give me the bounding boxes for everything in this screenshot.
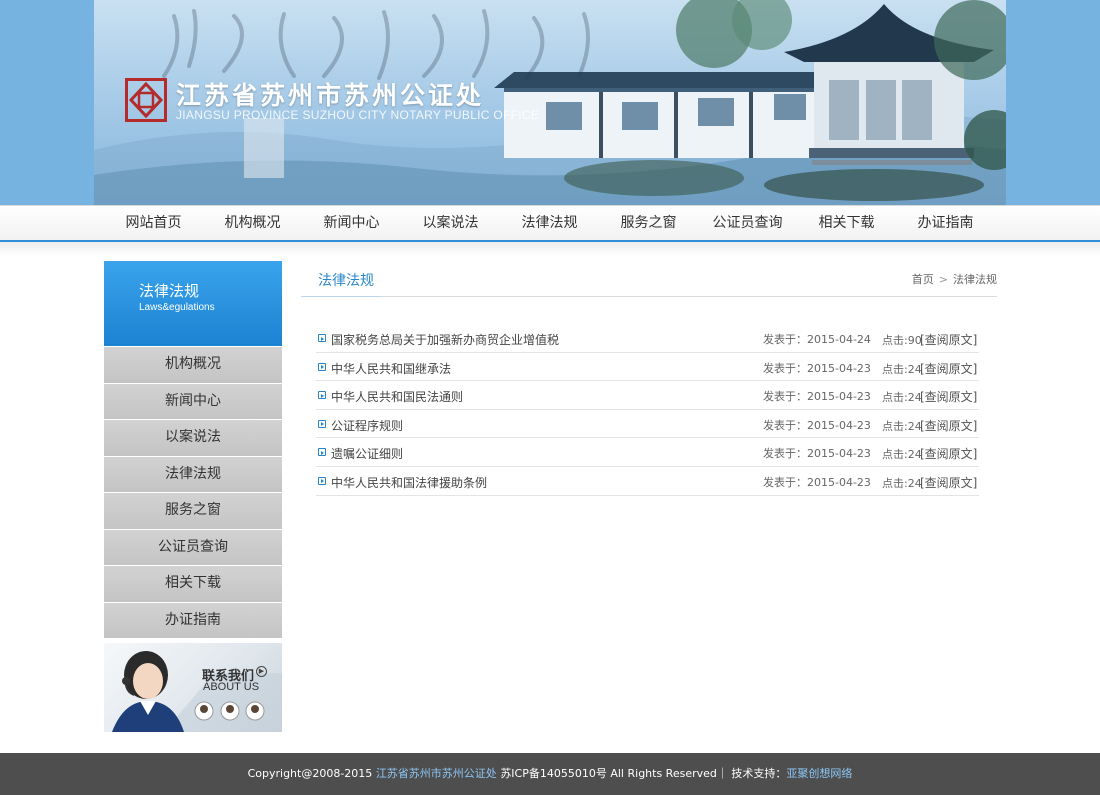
view-original-link[interactable]: [查阅原文] [920, 474, 977, 491]
bullet-arrow-icon [318, 476, 326, 485]
article-hits: 点击:24 [882, 362, 922, 376]
contact-us-banner[interactable]: 联系我们 ▶ ABOUT US [104, 643, 282, 732]
nav-item-cases[interactable]: 以案说法 [401, 206, 500, 241]
sidebar-menu: 机构概况 新闻中心 以案说法 法律法规 服务之窗 公证员查询 相关下载 办证指南 [104, 347, 282, 639]
site-title: 江苏省苏州市苏州公证处 [176, 81, 485, 110]
nav-item-home[interactable]: 网站首页 [104, 206, 203, 241]
breadcrumb-home[interactable]: 首页 [912, 273, 934, 286]
nav-item-news[interactable]: 新闻中心 [302, 206, 401, 241]
bullet-arrow-icon [318, 391, 326, 400]
article-title-link[interactable]: 遗嘱公证细则 [331, 445, 403, 462]
sidebar-title: 法律法规 [139, 282, 200, 300]
article-title-link[interactable]: 中华人民共和国民法通则 [331, 388, 463, 405]
article-title-link[interactable]: 中华人民共和国法律援助条例 [331, 474, 487, 491]
list-item: 公证程序规则 发表于：2015-04-23 点击:24 [查阅原文] [316, 410, 979, 439]
view-original-link[interactable]: [查阅原文] [920, 445, 977, 462]
nav-item-guide[interactable]: 办证指南 [896, 206, 995, 241]
footer-icp: 苏ICP备14055010号 All Rights Reserved｜ 技术支持… [500, 767, 787, 780]
sidebar-item-about[interactable]: 机构概况 [104, 347, 282, 383]
site-subtitle: JIANGSU PROVINCE SUZHOU CITY NOTARY PUBL… [176, 108, 540, 122]
bullet-arrow-icon [318, 419, 326, 428]
nav-item-about[interactable]: 机构概况 [203, 206, 302, 241]
nav-item-services[interactable]: 服务之窗 [599, 206, 698, 241]
article-title-link[interactable]: 公证程序规则 [331, 417, 403, 434]
nav-item-laws[interactable]: 法律法规 [500, 206, 599, 241]
banner-image: 江苏省苏州市苏州公证处 JIANGSU PROVINCE SUZHOU CITY… [94, 0, 1006, 205]
list-item: 中华人民共和国法律援助条例 发表于：2015-04-23 点击:24 [查阅原文… [316, 467, 979, 496]
article-date: 发表于：2015-04-23 [763, 418, 871, 432]
list-item: 中华人民共和国民法通则 发表于：2015-04-23 点击:24 [查阅原文] [316, 381, 979, 410]
sidebar-header: 法律法规 Laws&egulations [104, 261, 282, 346]
view-original-link[interactable]: [查阅原文] [920, 388, 977, 405]
article-date: 发表于：2015-04-23 [763, 475, 871, 489]
breadcrumb-current: 法律法规 [953, 273, 997, 286]
article-date: 发表于：2015-04-24 [763, 333, 871, 346]
nav-shadow [0, 242, 1100, 256]
article-title-link[interactable]: 中华人民共和国继承法 [331, 360, 451, 377]
sidebar-item-services[interactable]: 服务之窗 [104, 493, 282, 529]
footer-copyright: Copyright@2008-2015 [247, 767, 373, 780]
bullet-arrow-icon [318, 362, 326, 371]
notary-seal-logo [125, 78, 167, 122]
sidebar-item-laws[interactable]: 法律法规 [104, 456, 282, 492]
footer-tech-support-link[interactable]: 亚聚创想网络 [786, 767, 852, 780]
footer-org-link[interactable]: 江苏省苏州市苏州公证处 [376, 767, 497, 780]
sidebar-item-notary-search[interactable]: 公证员查询 [104, 529, 282, 565]
page-title: 法律法规 [318, 273, 374, 289]
arrow-right-icon: ▶ [256, 666, 267, 677]
view-original-link[interactable]: [查阅原文] [920, 417, 977, 434]
view-original-link[interactable]: [查阅原文] [920, 331, 977, 348]
article-date: 发表于：2015-04-23 [763, 390, 871, 404]
article-hits: 点击:24 [882, 448, 922, 462]
breadcrumb-separator: > [938, 273, 948, 286]
list-item: 国家税务总局关于加强新办商贸企业增值税 发表于：2015-04-24 点击:90… [316, 324, 979, 353]
breadcrumb: 首页 > 法律法规 [912, 271, 997, 287]
list-item: 中华人民共和国继承法 发表于：2015-04-23 点击:24 [查阅原文] [316, 353, 979, 382]
nav-item-downloads[interactable]: 相关下载 [797, 206, 896, 241]
contact-us-en-label: ABOUT US [203, 681, 260, 693]
article-list: 国家税务总局关于加强新办商贸企业增值税 发表于：2015-04-24 点击:90… [316, 324, 979, 496]
header-banner: 江苏省苏州市苏州公证处 JIANGSU PROVINCE SUZHOU CITY… [0, 0, 1100, 205]
article-hits: 点击:24 [882, 476, 922, 490]
view-original-link[interactable]: [查阅原文] [920, 360, 977, 377]
main-nav: 网站首页 机构概况 新闻中心 以案说法 法律法规 服务之窗 公证员查询 相关下载… [0, 205, 1100, 242]
article-hits: 点击:24 [882, 419, 922, 433]
article-hits: 点击:24 [882, 391, 922, 405]
sidebar-item-guide[interactable]: 办证指南 [104, 602, 282, 638]
sidebar-item-downloads[interactable]: 相关下载 [104, 566, 282, 602]
sidebar-subtitle: Laws&egulations [139, 302, 215, 313]
calligraphy-decoration [162, 9, 590, 80]
article-date: 发表于：2015-04-23 [763, 447, 871, 461]
article-hits: 点击:90 [882, 334, 922, 347]
list-item: 遗嘱公证细则 发表于：2015-04-23 点击:24 [查阅原文] [316, 438, 979, 467]
bullet-arrow-icon [318, 334, 326, 342]
nav-item-notary-search[interactable]: 公证员查询 [698, 206, 797, 241]
article-date: 发表于：2015-04-23 [763, 361, 871, 375]
sidebar-item-news[interactable]: 新闻中心 [104, 383, 282, 419]
article-title-link[interactable]: 国家税务总局关于加强新办商贸企业增值税 [331, 331, 559, 348]
sidebar-item-cases[interactable]: 以案说法 [104, 420, 282, 456]
footer: Copyright@2008-2015 江苏省苏州市苏州公证处 苏ICP备140… [0, 753, 1100, 795]
bullet-arrow-icon [318, 448, 326, 457]
title-divider [301, 296, 997, 297]
